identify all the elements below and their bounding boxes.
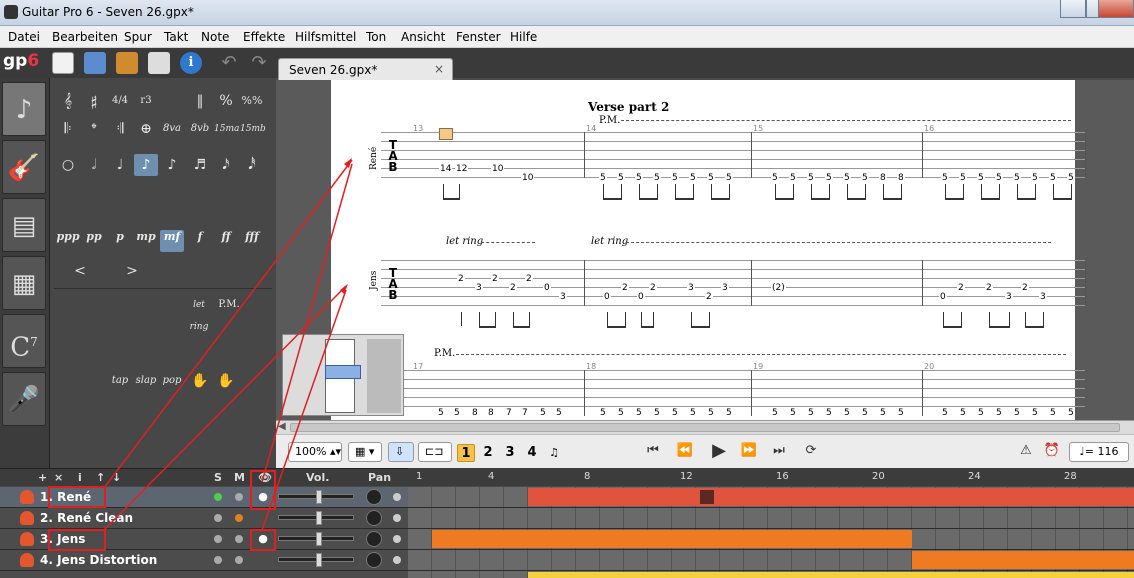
annotation-arrows	[103, 158, 353, 531]
